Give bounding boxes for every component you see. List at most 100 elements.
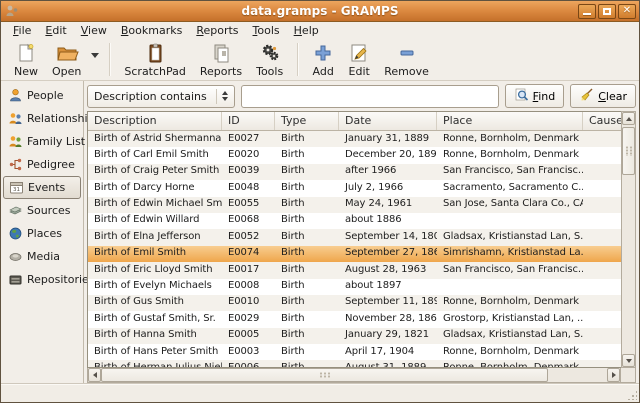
cell-date: May 24, 1961 — [339, 197, 437, 213]
table-row[interactable]: Birth of Hans Peter SmithE0003BirthApril… — [88, 344, 621, 360]
column-header-id[interactable]: ID — [222, 112, 275, 130]
menu-edit[interactable]: Edit — [38, 23, 73, 38]
cell-cause — [583, 344, 621, 360]
close-icon: ✕ — [623, 6, 631, 16]
table-row[interactable]: Birth of Gus SmithE0010BirthSeptember 11… — [88, 295, 621, 311]
cell-date: July 2, 1966 — [339, 180, 437, 196]
horizontal-scroll-track[interactable] — [101, 368, 607, 382]
cell-type: Birth — [275, 328, 339, 344]
cell-place: Ronne, Bornholm, Denmark — [437, 360, 583, 367]
minimize-icon — [583, 13, 591, 15]
menu-file[interactable]: File — [6, 23, 38, 38]
cell-cause — [583, 262, 621, 278]
titlebar[interactable]: data.gramps - GRAMPS ✕ — [1, 1, 639, 22]
sidebar-item-repositories[interactable]: Repositories — [3, 268, 81, 291]
edit-button[interactable]: Edit — [341, 40, 377, 79]
column-header-type[interactable]: Type — [275, 112, 339, 130]
sidebar-item-pedigree[interactable]: Pedigree — [3, 153, 81, 176]
menu-help[interactable]: Help — [287, 23, 326, 38]
scroll-down-button[interactable] — [622, 354, 635, 367]
vertical-scroll-thumb[interactable] — [622, 127, 635, 175]
maximize-button[interactable] — [598, 4, 616, 19]
reports-button[interactable]: Reports — [193, 40, 249, 79]
relationships-icon — [7, 111, 23, 126]
resize-grip[interactable] — [627, 390, 637, 400]
sidebar-item-people[interactable]: People — [3, 84, 81, 107]
cell-id: E0068 — [222, 213, 275, 229]
column-header-place[interactable]: Place — [437, 112, 583, 130]
cell-description: Birth of Hanna Smith — [88, 328, 222, 344]
vertical-scroll-track[interactable] — [622, 125, 635, 354]
event-table: Description ID Type Date Place Cause Bir… — [87, 111, 621, 368]
cell-cause — [583, 197, 621, 213]
table-row[interactable]: Birth of Edwin WillardE0068Birthabout 18… — [88, 213, 621, 229]
cell-date: January 29, 1821 — [339, 328, 437, 344]
menu-tools[interactable]: Tools — [246, 23, 287, 38]
table-row[interactable]: Birth of Gustaf Smith, Sr.E0029BirthNove… — [88, 311, 621, 327]
scroll-left-button[interactable] — [88, 368, 101, 382]
cell-type: Birth — [275, 360, 339, 367]
search-input[interactable] — [241, 85, 499, 108]
cell-date: August 28, 1963 — [339, 262, 437, 278]
new-button[interactable]: New — [7, 40, 45, 79]
vertical-scrollbar[interactable] — [621, 111, 636, 368]
cell-place: Ronne, Bornholm, Denmark — [437, 295, 583, 311]
horizontal-scrollbar[interactable] — [87, 368, 621, 383]
cell-id: E0010 — [222, 295, 275, 311]
cell-date: September 27, 1860 — [339, 246, 437, 262]
cell-cause — [583, 164, 621, 180]
sidebar-item-relationships[interactable]: Relationships — [3, 107, 81, 130]
cell-date: January 31, 1889 — [339, 131, 437, 147]
table-row[interactable]: Birth of Eric Lloyd SmithE0017BirthAugus… — [88, 262, 621, 278]
cell-cause — [583, 180, 621, 196]
pedigree-icon — [7, 157, 23, 172]
cell-type: Birth — [275, 213, 339, 229]
minimize-button[interactable] — [578, 4, 596, 19]
reports-documents-icon — [210, 41, 232, 65]
column-header-cause[interactable]: Cause — [583, 112, 621, 130]
sidebar-item-events[interactable]: 31 Events — [3, 176, 81, 199]
table-row[interactable]: Birth of Astrid Shermanna A...E0027Birth… — [88, 131, 621, 147]
cell-date: after 1966 — [339, 164, 437, 180]
sidebar-item-family-list[interactable]: Family List — [3, 130, 81, 153]
table-row[interactable]: Birth of Carl Emil SmithE0020BirthDecemb… — [88, 147, 621, 163]
table-row[interactable]: Birth of Emil SmithE0074BirthSeptember 2… — [88, 246, 621, 262]
scroll-right-button[interactable] — [607, 368, 620, 382]
horizontal-scroll-thumb[interactable] — [101, 368, 548, 382]
table-row[interactable]: Birth of Hanna SmithE0005BirthJanuary 29… — [88, 328, 621, 344]
cell-description: Birth of Hans Peter Smith — [88, 344, 222, 360]
scroll-up-button[interactable] — [622, 112, 635, 125]
remove-button[interactable]: Remove — [377, 40, 436, 79]
open-button[interactable]: Open — [45, 40, 88, 79]
table-row[interactable]: Birth of Herman Julius NielsenE0006Birth… — [88, 360, 621, 367]
gramps-window: data.gramps - GRAMPS ✕ File Edit View Bo… — [0, 0, 640, 403]
sidebar-item-sources[interactable]: Sources — [3, 199, 81, 222]
table-row[interactable]: Birth of Evelyn MichaelsE0008Birthabout … — [88, 279, 621, 295]
close-button[interactable]: ✕ — [618, 4, 636, 19]
table-row[interactable]: Birth of Edwin Michael SmithE0055BirthMa… — [88, 197, 621, 213]
table-row[interactable]: Birth of Darcy HorneE0048BirthJuly 2, 19… — [88, 180, 621, 196]
menu-reports[interactable]: Reports — [189, 23, 245, 38]
column-header-description[interactable]: Description — [88, 112, 222, 130]
cell-place: Gladsax, Kristianstad Lan, S... — [437, 229, 583, 245]
cell-description: Birth of Eric Lloyd Smith — [88, 262, 222, 278]
cell-place: Grostorp, Kristianstad Lan, ... — [437, 311, 583, 327]
sidebar-item-media[interactable]: Media — [3, 245, 81, 268]
scratchpad-button[interactable]: ScratchPad — [117, 40, 193, 79]
cell-date: September 14, 1800 — [339, 229, 437, 245]
table-row[interactable]: Birth of Elna JeffersonE0052BirthSeptemb… — [88, 229, 621, 245]
clear-button[interactable]: Clear — [570, 84, 636, 108]
menu-bookmarks[interactable]: Bookmarks — [114, 23, 189, 38]
cell-place — [437, 213, 583, 229]
add-button[interactable]: Add — [305, 40, 341, 79]
tools-button[interactable]: Tools — [249, 40, 290, 79]
table-row[interactable]: Birth of Craig Peter SmithE0039Birthafte… — [88, 164, 621, 180]
column-header-date[interactable]: Date — [339, 112, 437, 130]
filter-field-select[interactable]: Description contains — [87, 85, 235, 108]
cell-description: Birth of Carl Emil Smith — [88, 147, 222, 163]
open-dropdown-button[interactable] — [88, 32, 102, 79]
find-button[interactable]: Find — [505, 84, 565, 108]
cell-place: Simrishamn, Kristianstad La... — [437, 246, 583, 262]
app-window-icon — [4, 3, 20, 19]
sidebar-item-places[interactable]: Places — [3, 222, 81, 245]
